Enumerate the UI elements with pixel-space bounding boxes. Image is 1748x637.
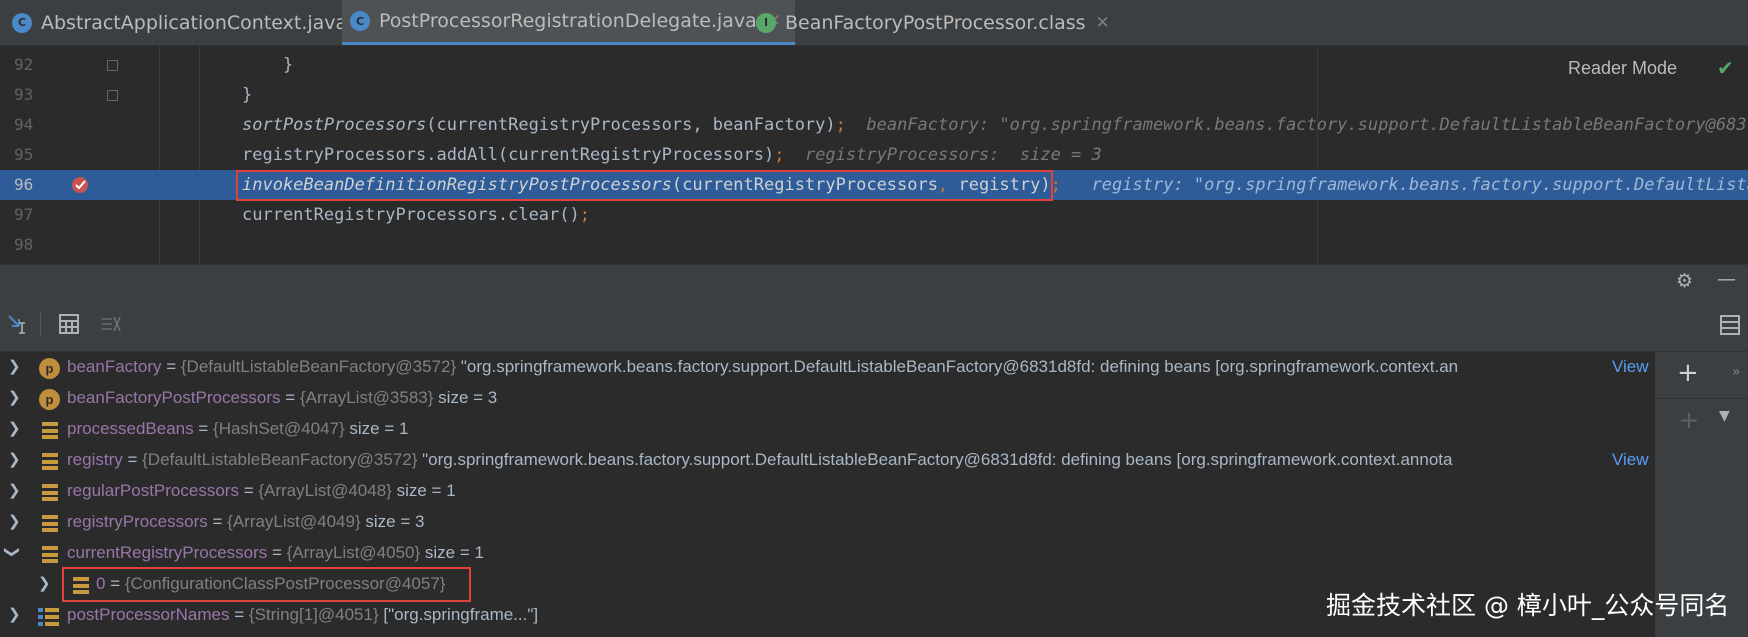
- step-into-icon[interactable]: [6, 313, 28, 335]
- array-icon: [38, 608, 59, 626]
- editor-tab-bar: C AbstractApplicationContext.java ✕ C Po…: [0, 0, 1748, 46]
- variable-row[interactable]: ❯ p beanFactoryPostProcessors = {ArrayLi…: [0, 383, 1655, 414]
- code-text: }: [242, 55, 294, 75]
- dropdown-arrow-icon[interactable]: ▼: [1719, 408, 1730, 424]
- variable-text: beanFactoryPostProcessors = {ArrayList@3…: [67, 388, 498, 407]
- minimize-icon[interactable]: —: [1717, 268, 1736, 290]
- chevron-right-icon[interactable]: ❯: [8, 450, 21, 468]
- watermark-text: 掘金技术社区 @ 樟小叶_公众号同名: [1326, 591, 1730, 620]
- line-number: 95: [14, 145, 34, 164]
- line-number: 93: [14, 85, 34, 104]
- variable-text: processedBeans = {HashSet@4047} size = 1: [67, 419, 409, 438]
- variable-text: regularPostProcessors = {ArrayList@4048}…: [67, 481, 456, 500]
- variable-row[interactable]: ❯ registryProcessors = {ArrayList@4049} …: [0, 507, 1655, 538]
- tab-label: BeanFactoryPostProcessor.class: [785, 11, 1086, 34]
- interface-icon: I: [756, 12, 776, 33]
- code-line[interactable]: 93 }: [0, 80, 1748, 110]
- code-line[interactable]: 98: [0, 230, 1748, 260]
- add-watch-icon[interactable]: +: [1677, 358, 1699, 388]
- chevron-down-icon[interactable]: ❯: [3, 546, 21, 559]
- field-icon: [39, 420, 60, 441]
- class-icon: C: [12, 12, 32, 33]
- reader-mode-button[interactable]: Reader Mode: [1568, 58, 1677, 79]
- code-line[interactable]: 94 sortPostProcessors(currentRegistryPro…: [0, 110, 1748, 140]
- chevron-right-icon[interactable]: ❯: [38, 574, 51, 592]
- line-number: 92: [14, 55, 34, 74]
- field-icon: [39, 513, 60, 534]
- new-watch-icon[interactable]: +: [1679, 406, 1699, 434]
- code-line[interactable]: 97 currentRegistryProcessors.clear();: [0, 200, 1748, 230]
- field-icon: [39, 451, 60, 472]
- variable-text: postProcessorNames = {String[1]@4051} ["…: [67, 605, 539, 624]
- code-line[interactable]: 92 }: [0, 50, 1748, 80]
- variable-row[interactable]: ❯ processedBeans = {HashSet@4047} size =…: [0, 414, 1655, 445]
- debug-toolbar: [0, 299, 1748, 352]
- line-number: 98: [14, 235, 34, 254]
- chevron-right-icon[interactable]: ❯: [8, 388, 21, 406]
- chevron-right-icon[interactable]: ❯: [8, 512, 21, 530]
- chevron-right-icon[interactable]: ❯: [8, 357, 21, 375]
- chevron-right-icon[interactable]: ❯: [8, 419, 21, 437]
- close-icon[interactable]: ✕: [1096, 13, 1110, 33]
- tab-abstract-application-context[interactable]: C AbstractApplicationContext.java ✕: [12, 0, 371, 45]
- fold-icon[interactable]: [107, 60, 118, 71]
- tab-bean-factory-post-processor[interactable]: I BeanFactoryPostProcessor.class ✕: [756, 0, 1110, 45]
- restore-layout-icon[interactable]: [100, 313, 122, 335]
- variable-text: registryProcessors = {ArrayList@4049} si…: [67, 512, 425, 531]
- inline-debug-hint: registryProcessors: size = 3: [804, 145, 1102, 165]
- code-text: sortPostProcessors(currentRegistryProces…: [242, 115, 1748, 135]
- field-icon: [39, 482, 60, 503]
- chevron-right-icon[interactable]: ❯: [8, 481, 21, 499]
- tab-post-processor-registration-delegate[interactable]: C PostProcessorRegistrationDelegate.java…: [342, 0, 796, 45]
- variable-text: registry = {DefaultListableBeanFactory@3…: [67, 450, 1453, 469]
- code-text: currentRegistryProcessors.clear();: [242, 205, 591, 225]
- code-text: registryProcessors.addAll(currentRegistr…: [242, 145, 1102, 165]
- line-number: 94: [14, 115, 34, 134]
- tab-label: AbstractApplicationContext.java: [41, 11, 348, 34]
- check-icon: ✔: [1717, 56, 1734, 80]
- calculator-icon[interactable]: [58, 313, 80, 335]
- tab-label: PostProcessorRegistrationDelegate.java: [379, 10, 757, 32]
- highlight-box: [236, 170, 1053, 201]
- class-icon: C: [350, 11, 370, 31]
- view-link[interactable]: View: [1612, 357, 1649, 377]
- code-text: }: [242, 85, 253, 105]
- inline-debug-hint: beanFactory: "org.springframework.beans.…: [866, 115, 1748, 135]
- variable-text: beanFactory = {DefaultListableBeanFactor…: [67, 357, 1459, 376]
- highlight-box: [62, 567, 471, 602]
- variable-row[interactable]: ❯ p beanFactory = {DefaultListableBeanFa…: [0, 352, 1655, 383]
- debug-panel-header: ⚙ —: [0, 265, 1748, 299]
- inline-debug-hint: registry: "org.springframework.beans.fac…: [1091, 175, 1748, 195]
- gear-icon[interactable]: ⚙: [1676, 270, 1693, 292]
- breakpoint-icon[interactable]: [70, 175, 90, 195]
- variable-row[interactable]: ❯ regularPostProcessors = {ArrayList@404…: [0, 476, 1655, 507]
- code-editor[interactable]: 92 } 93 } 94 sortPostProcessors(currentR…: [0, 46, 1748, 264]
- parameter-icon: p: [39, 389, 60, 410]
- chevron-right-icon[interactable]: ❯: [8, 605, 21, 623]
- variable-row[interactable]: ❯ registry = {DefaultListableBeanFactory…: [0, 445, 1655, 476]
- code-line[interactable]: 95 registryProcessors.addAll(currentRegi…: [0, 140, 1748, 170]
- fold-icon[interactable]: [107, 90, 118, 101]
- chevron-right-icon[interactable]: »: [1732, 364, 1741, 380]
- parameter-icon: p: [39, 358, 60, 379]
- variable-text: currentRegistryProcessors = {ArrayList@4…: [67, 543, 484, 562]
- line-number: 97: [14, 205, 34, 224]
- layout-icon[interactable]: [1720, 315, 1740, 335]
- view-link[interactable]: View: [1612, 450, 1649, 470]
- line-number: 96: [14, 175, 34, 194]
- field-icon: [39, 544, 60, 565]
- variable-row[interactable]: ❯ currentRegistryProcessors = {ArrayList…: [0, 538, 1655, 569]
